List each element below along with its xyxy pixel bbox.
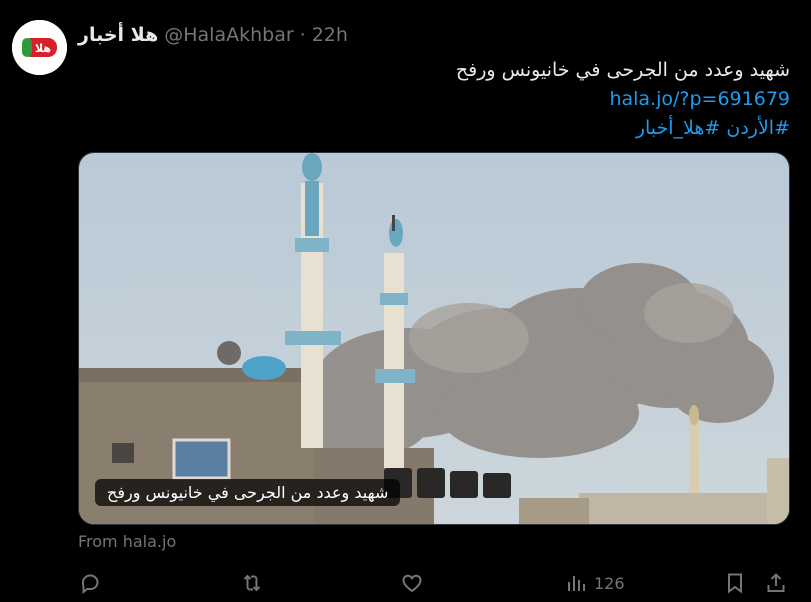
share-icon [767,573,785,592]
retweet-icon [243,574,261,592]
tweet-headline: شهيد وعدد من الجرحى في خانيونس ورفح [455,59,790,81]
separator-dot: · [299,24,306,46]
action-bar: 126 [78,566,793,600]
avatar-logo-text: هلا [35,42,51,55]
like-button[interactable] [400,571,424,595]
bookmark-button[interactable] [723,571,747,595]
tweet-link[interactable]: hala.jo/?p=691679 [78,85,790,114]
share-button[interactable] [764,571,788,595]
tweet-header: هلا أخبار @HalaAkhbar · 22h [78,22,348,48]
tweet-hashtags[interactable]: #الأردن #هلا_أخبار [78,114,790,143]
author-name[interactable]: هلا أخبار [78,24,158,46]
views-count: 126 [594,573,625,593]
source-label[interactable]: From hala.jo [78,532,176,551]
author-handle[interactable]: @HalaAkhbar [164,24,293,46]
like-icon [402,574,422,593]
reply-icon [81,574,99,595]
timestamp[interactable]: 22h [312,24,348,46]
avatar[interactable]: هلا [12,20,67,75]
media-caption: شهيد وعدد من الجرحى في خانيونس ورفح [95,479,401,506]
media-image[interactable]: شهيد وعدد من الجرحى في خانيونس ورفح [78,152,790,525]
reply-button[interactable] [78,571,102,595]
views-button[interactable]: 126 [564,571,625,595]
photo-illustration [79,153,789,524]
tweet-text: شهيد وعدد من الجرحى في خانيونس ورفح hala… [78,56,790,143]
views-icon [568,576,585,591]
retweet-button[interactable] [240,571,264,595]
bookmark-icon [728,573,742,594]
